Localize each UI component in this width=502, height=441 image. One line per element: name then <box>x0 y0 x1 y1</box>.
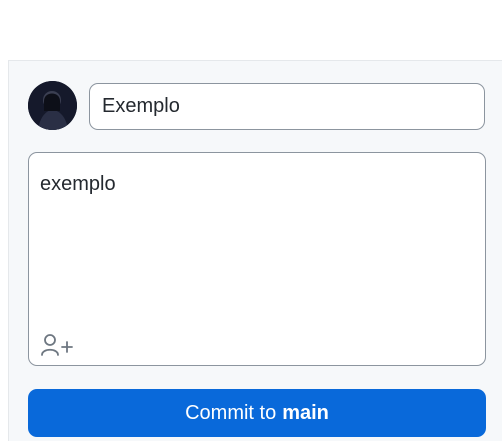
commit-summary-input[interactable] <box>89 83 485 130</box>
commit-description-text: exemplo <box>40 173 116 195</box>
commit-branch-name: main <box>282 401 329 424</box>
commit-page: exemplo Commit to main <box>0 0 502 441</box>
commit-button-label: Commit to <box>185 401 277 424</box>
add-coauthor-icon[interactable] <box>40 333 76 357</box>
user-avatar[interactable] <box>28 81 77 130</box>
top-area <box>0 0 502 60</box>
avatar-image <box>28 81 77 130</box>
commit-description-field[interactable]: exemplo <box>28 152 486 366</box>
commit-button[interactable]: Commit to main <box>28 389 486 437</box>
